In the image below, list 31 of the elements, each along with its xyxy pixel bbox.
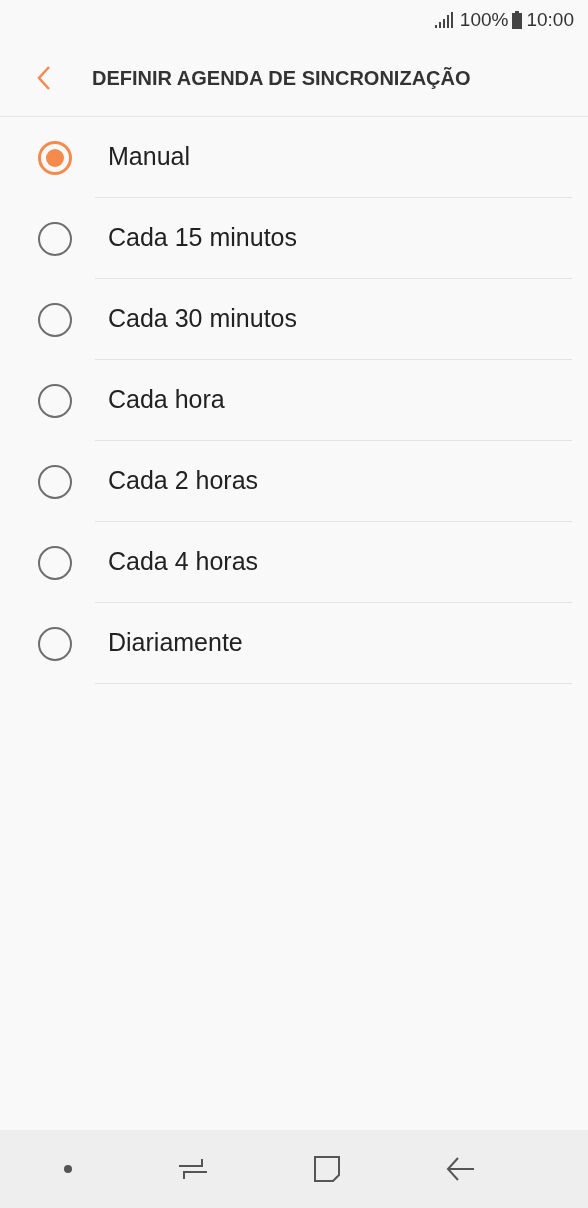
option-label: Cada 2 horas [108,465,259,497]
radio-button[interactable] [38,383,72,418]
battery-percent: 100% [459,7,509,32]
option-row[interactable]: Cada 4 horas [0,522,588,603]
home-icon[interactable] [312,1155,341,1183]
radio-button[interactable] [38,140,72,175]
option-label: Cada 30 minutos [108,303,297,335]
recent-apps-icon[interactable] [177,1157,208,1181]
option-label: Cada 4 horas [108,546,259,578]
page-title: DEFINIR AGENDA DE SINCRONIZAÇÃO [92,66,471,91]
option-row[interactable]: Manual [0,117,588,198]
signal-icon [433,12,456,28]
back-chevron-icon [36,65,52,91]
option-row[interactable]: Cada 30 minutos [0,279,588,360]
option-row[interactable]: Diariamente [0,603,588,684]
back-icon[interactable] [445,1156,476,1182]
radio-button[interactable] [38,626,72,661]
option-label: Manual [108,141,190,173]
clock: 10:00 [526,7,574,32]
radio-button[interactable] [38,221,72,256]
option-label: Cada hora [108,384,225,416]
option-row[interactable]: Cada hora [0,360,588,441]
radio-button[interactable] [38,545,72,580]
option-label: Cada 15 minutos [108,222,297,254]
radio-button[interactable] [38,302,72,337]
option-row[interactable]: Cada 15 minutos [0,198,588,279]
option-label: Diariamente [108,627,243,659]
dot-icon[interactable] [62,1164,73,1174]
battery-icon [512,11,523,29]
option-row[interactable]: Cada 2 horas [0,441,588,522]
radio-button[interactable] [38,464,72,499]
